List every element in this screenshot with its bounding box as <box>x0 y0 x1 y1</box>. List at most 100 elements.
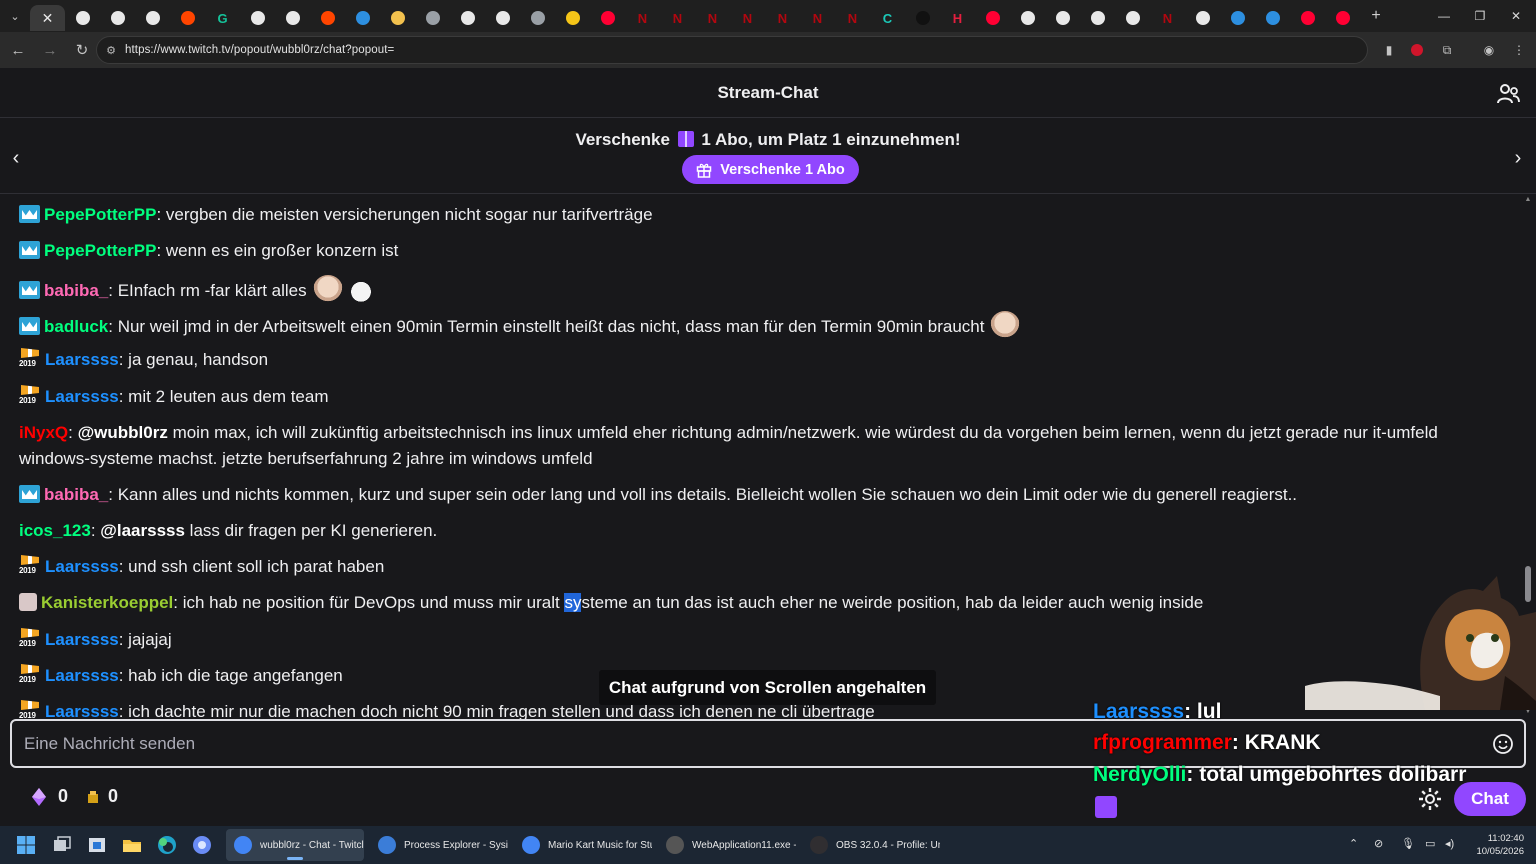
close-icon[interactable]: ✕ <box>41 10 55 26</box>
taskbar-app[interactable]: Process Explorer - Sysin <box>370 829 508 861</box>
browser-tab[interactable]: N <box>765 5 800 31</box>
chat-username[interactable]: Laarssss <box>45 557 119 576</box>
chat-username[interactable]: badluck <box>44 317 108 336</box>
browser-tab[interactable] <box>240 5 275 31</box>
forward-icon[interactable]: → <box>36 36 64 64</box>
sub-2019-badge-icon[interactable]: 2019 <box>19 664 41 686</box>
tray-mic-icon[interactable]: 🎙︎ <box>1401 837 1415 850</box>
prime-crown-badge-icon[interactable] <box>19 317 40 335</box>
browser-tab[interactable] <box>65 5 100 31</box>
chat-message-input[interactable] <box>24 734 1084 754</box>
scroll-up-icon[interactable]: ▲ <box>1524 196 1532 204</box>
taskbar-app[interactable]: wubbl0rz - Chat - Twitcl <box>226 829 364 861</box>
browser-tab[interactable]: N <box>835 5 870 31</box>
chat-username[interactable]: babiba_ <box>44 281 108 300</box>
sub-2019-badge-icon[interactable]: 2019 <box>19 385 41 407</box>
browser-tab[interactable]: N <box>730 5 765 31</box>
back-icon[interactable]: ← <box>4 36 32 64</box>
tray-volume-icon[interactable]: ◂) <box>1445 837 1454 850</box>
profile-icon[interactable]: ◉ <box>1480 41 1498 59</box>
browser-tab[interactable] <box>310 5 345 31</box>
tray-network-off-icon[interactable]: ⊘ <box>1374 837 1383 850</box>
chat-username[interactable]: Laarssss <box>45 350 119 369</box>
taskbar-clock[interactable]: 11:02:40 10/05/2026 <box>1464 832 1524 858</box>
browser-tab[interactable] <box>905 5 940 31</box>
extension-torch-icon[interactable]: ▮ <box>1380 41 1398 59</box>
browser-tab[interactable]: N <box>660 5 695 31</box>
chat-emote-icon[interactable] <box>348 281 373 305</box>
channel-points-b[interactable]: 0 <box>86 786 118 807</box>
browser-tab[interactable] <box>975 5 1010 31</box>
tab-search-dropdown-icon[interactable]: ⌄ <box>0 0 30 32</box>
browser-tab[interactable]: N <box>695 5 730 31</box>
menu-kebab-icon[interactable]: ⋮ <box>1510 41 1528 59</box>
chat-emote-icon[interactable] <box>312 275 343 305</box>
sub-2019-badge-icon[interactable]: 2019 <box>19 700 41 721</box>
extension-block-icon[interactable] <box>1408 41 1426 59</box>
browser-tab[interactable] <box>450 5 485 31</box>
reload-icon[interactable]: ↻ <box>68 36 96 64</box>
gift-sub-button[interactable]: Verschenke 1 Abo <box>682 155 859 184</box>
browser-tab[interactable]: C <box>870 5 905 31</box>
browser-tab[interactable] <box>555 5 590 31</box>
taskbar-app[interactable]: OBS 32.0.4 - Profile: Unt <box>802 829 940 861</box>
store-icon[interactable] <box>87 835 107 855</box>
restore-icon[interactable]: ❐ <box>1462 0 1498 32</box>
close-window-icon[interactable]: ✕ <box>1498 0 1534 32</box>
tray-chevron-icon[interactable]: ⌃ <box>1349 837 1358 850</box>
chat-username[interactable]: iNyxQ <box>19 423 68 442</box>
chat-input-box[interactable] <box>10 719 1526 768</box>
extensions-puzzle-icon[interactable]: ⧉ <box>1438 41 1456 59</box>
browser-tab[interactable] <box>520 5 555 31</box>
chat-message-list[interactable]: PepePotterPP: vergben die meisten versic… <box>0 195 1522 721</box>
active-tab[interactable]: ✕ <box>30 5 65 31</box>
prime-crown-badge-icon[interactable] <box>19 241 40 259</box>
promo-prev-arrow-icon[interactable]: ‹ <box>8 148 24 168</box>
browser-tab[interactable] <box>415 5 450 31</box>
edge-icon[interactable] <box>157 835 177 855</box>
browser-tab[interactable]: N <box>1150 5 1185 31</box>
chat-username[interactable]: Laarssss <box>45 387 119 406</box>
browser-tab[interactable] <box>135 5 170 31</box>
taskbar-app[interactable]: WebApplication11.exe - <box>658 829 796 861</box>
browser-tab[interactable]: N <box>800 5 835 31</box>
chat-mention[interactable]: @laarssss <box>100 521 185 540</box>
promo-next-arrow-icon[interactable]: › <box>1510 148 1526 168</box>
tray-display-icon[interactable]: ▭ <box>1425 837 1435 850</box>
minimize-icon[interactable]: — <box>1426 0 1462 32</box>
browser-tab[interactable] <box>345 5 380 31</box>
chat-paused-banner[interactable]: Chat aufgrund von Scrollen angehalten <box>599 670 936 705</box>
chromium-icon[interactable] <box>192 835 212 855</box>
browser-tab[interactable] <box>275 5 310 31</box>
browser-tab[interactable]: N <box>625 5 660 31</box>
task-view-icon[interactable] <box>52 835 72 855</box>
sub-2019-badge-icon[interactable]: 2019 <box>19 628 41 650</box>
browser-tab[interactable]: H <box>940 5 975 31</box>
browser-tab[interactable] <box>485 5 520 31</box>
prime-crown-badge-icon[interactable] <box>19 281 40 299</box>
chat-username[interactable]: babiba_ <box>44 485 108 504</box>
browser-tab[interactable] <box>1325 5 1360 31</box>
browser-tab[interactable] <box>1115 5 1150 31</box>
sub-2019-badge-icon[interactable]: 2019 <box>19 348 41 370</box>
chat-username[interactable]: Laarssss <box>45 666 119 685</box>
channel-points-a[interactable]: 0 <box>30 786 68 807</box>
emote-picker-icon[interactable] <box>1492 733 1514 755</box>
browser-tab[interactable] <box>1010 5 1045 31</box>
chat-send-button[interactable]: Chat <box>1454 782 1526 816</box>
browser-tab[interactable] <box>1185 5 1220 31</box>
site-info-icon[interactable]: ⚙ <box>97 44 125 57</box>
file-explorer-icon[interactable] <box>122 835 142 855</box>
chat-emote-icon[interactable] <box>990 311 1021 341</box>
chat-username[interactable]: icos_123 <box>19 521 91 540</box>
taskbar-app[interactable]: Mario Kart Music for Stu <box>514 829 652 861</box>
prime-crown-badge-icon[interactable] <box>19 205 40 223</box>
address-bar[interactable]: ⚙ https://www.twitch.tv/popout/wubbl0rz/… <box>96 36 1368 64</box>
browser-tab[interactable] <box>100 5 135 31</box>
windows-start-icon[interactable] <box>16 835 36 855</box>
new-tab-button[interactable]: + <box>1362 7 1390 25</box>
browser-tab[interactable] <box>1080 5 1115 31</box>
community-users-icon[interactable] <box>1496 82 1520 106</box>
chat-username[interactable]: Kanisterkoeppel <box>41 593 173 612</box>
chat-mention[interactable]: @wubbl0rz <box>78 423 168 442</box>
